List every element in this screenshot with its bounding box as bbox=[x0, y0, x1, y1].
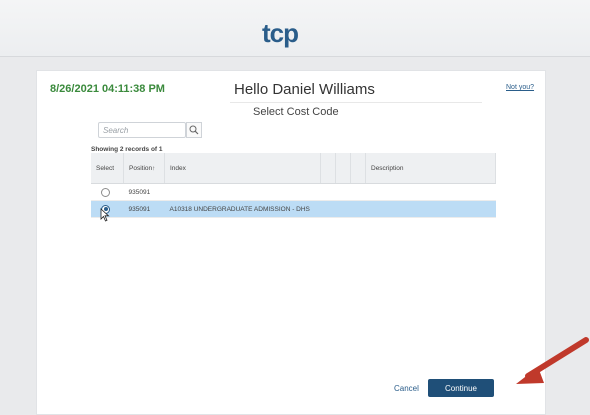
column-header-blank-2 bbox=[335, 153, 351, 184]
top-bar: tcp bbox=[0, 0, 590, 57]
search-icon bbox=[189, 125, 199, 135]
records-info: Showing 2 records of 1 bbox=[91, 146, 163, 153]
cell-description bbox=[365, 183, 496, 201]
search-button[interactable] bbox=[186, 122, 202, 138]
cost-code-table: Select Position↑ Index Description 93509… bbox=[91, 153, 496, 218]
cell-position: 935091 bbox=[123, 200, 165, 218]
cell-description bbox=[365, 200, 496, 218]
divider bbox=[230, 102, 482, 103]
column-header-select[interactable]: Select bbox=[91, 153, 124, 184]
cell-index bbox=[164, 183, 321, 201]
column-header-blank-1 bbox=[320, 153, 336, 184]
select-radio[interactable] bbox=[101, 187, 110, 197]
cancel-button[interactable]: Cancel bbox=[394, 384, 419, 393]
continue-button[interactable]: Continue bbox=[428, 379, 494, 397]
column-header-blank-3 bbox=[350, 153, 366, 184]
timestamp: 8/26/2021 04:11:38 PM bbox=[50, 83, 165, 95]
cell-index: A10318 UNDERGRADUATE ADMISSION - DHS bbox=[164, 200, 321, 218]
table-header-row: Select Position↑ Index Description bbox=[91, 153, 496, 184]
column-header-index[interactable]: Index bbox=[164, 153, 321, 184]
tcp-logo: tcp bbox=[262, 18, 299, 48]
page-subtitle: Select Cost Code bbox=[253, 106, 339, 118]
column-header-description[interactable]: Description bbox=[365, 153, 496, 184]
table-row[interactable]: 935091 bbox=[91, 183, 496, 201]
search-input[interactable] bbox=[98, 122, 186, 138]
greeting: Hello Daniel Williams bbox=[234, 81, 375, 98]
table-row[interactable]: 935091 A10318 UNDERGRADUATE ADMISSION - … bbox=[91, 200, 496, 218]
not-you-link[interactable]: Not you? bbox=[506, 84, 534, 91]
column-header-position[interactable]: Position↑ bbox=[123, 153, 165, 184]
red-arrow-icon bbox=[516, 337, 589, 384]
mouse-pointer-icon bbox=[100, 208, 110, 222]
cell-position: 935091 bbox=[123, 183, 165, 201]
